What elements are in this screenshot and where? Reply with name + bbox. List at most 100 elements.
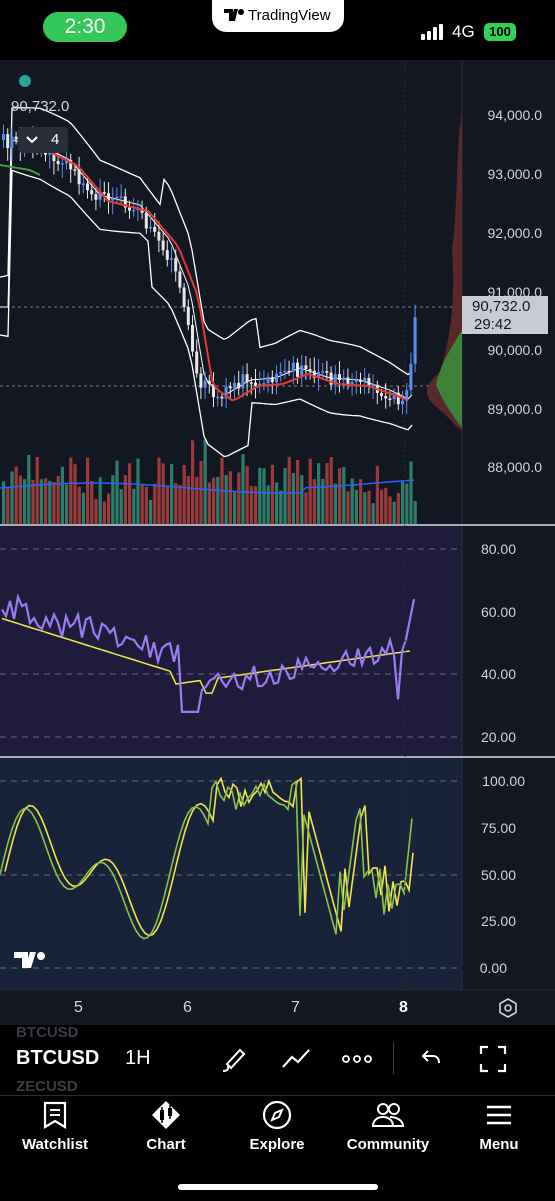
network-type: 4G — [452, 22, 475, 41]
candle-body — [245, 374, 249, 383]
volume-bar — [48, 480, 52, 524]
tab-community[interactable]: Community — [333, 1100, 443, 1153]
brush-icon[interactable] — [219, 1044, 249, 1074]
candle-body — [81, 183, 85, 186]
time-label: 8 — [399, 999, 408, 1016]
volume-bar — [266, 485, 270, 524]
volume-bar — [170, 463, 174, 524]
volume-bar — [35, 457, 39, 524]
volume-bar — [178, 484, 182, 524]
volume-bar — [396, 493, 400, 524]
price-label: 90,000.0 — [487, 342, 543, 358]
menu-icon — [487, 1105, 511, 1125]
volume-bar — [380, 489, 384, 524]
candle-body — [56, 160, 60, 165]
candle-body — [186, 307, 190, 326]
undo-icon[interactable] — [420, 1048, 442, 1068]
candle-body — [161, 240, 165, 251]
volume-bar — [392, 501, 396, 524]
volume-bar — [81, 492, 85, 524]
candle-body — [6, 134, 10, 148]
volume-bar — [77, 486, 81, 524]
candle-body — [291, 362, 295, 372]
volume-bar — [317, 463, 321, 524]
volume-bar — [90, 481, 94, 524]
price-label: 94,000.0 — [487, 107, 543, 123]
volume-bar — [31, 479, 35, 524]
timeframe-selector[interactable]: 1H — [125, 1047, 151, 1070]
candle-body — [102, 192, 106, 194]
stoch-label: 25.00 — [480, 913, 516, 929]
tradingview-logo-icon — [224, 9, 244, 21]
tab-menu[interactable]: Menu — [444, 1100, 554, 1153]
volume-bar — [338, 468, 342, 524]
candle-body — [338, 374, 341, 380]
volume-bar — [115, 460, 119, 524]
candle-body — [396, 392, 400, 405]
price-label: 92,000.0 — [487, 225, 543, 241]
candle-body — [220, 396, 224, 399]
volume-bar — [329, 456, 333, 524]
candle-body — [241, 374, 245, 389]
tab-watchlist[interactable]: Watchlist — [0, 1100, 110, 1153]
volume-bar — [275, 482, 279, 524]
candle-body — [2, 134, 5, 140]
tab-label: Community — [346, 1136, 430, 1153]
candle-body — [342, 377, 346, 380]
watchlist-icon — [43, 1101, 67, 1129]
volume-bar — [262, 468, 266, 524]
symbol-selector[interactable]: BTCUSD — [16, 1047, 99, 1070]
volume-bar — [363, 492, 367, 524]
volume-bar — [300, 475, 304, 524]
tab-explore[interactable]: Explore — [222, 1100, 332, 1153]
more-icon[interactable] — [342, 1055, 372, 1063]
volume-bar — [10, 471, 14, 524]
candle-body — [409, 363, 413, 390]
volume-bar — [241, 454, 245, 524]
volume-bar — [153, 483, 157, 524]
tab-chart[interactable]: Chart — [111, 1100, 221, 1153]
volume-bar — [333, 483, 337, 524]
tradingview-banner[interactable]: TradingView — [212, 0, 344, 32]
volume-bar — [73, 464, 77, 524]
candle-body — [233, 382, 236, 389]
chart-area[interactable]: 90,732.0 4 94,000.0 93,000.0 92,000.0 91… — [0, 60, 555, 1025]
candle-body — [354, 380, 358, 382]
volume-bar — [203, 439, 207, 524]
volume-bar — [245, 466, 249, 524]
volume-bar — [359, 479, 363, 524]
candle-body — [380, 392, 383, 397]
symbol-next[interactable]: ZECUSD — [16, 1078, 78, 1095]
home-indicator — [178, 1184, 378, 1190]
candle-body — [10, 136, 14, 148]
fullscreen-icon[interactable] — [479, 1045, 507, 1073]
volume-bar — [52, 482, 56, 524]
volume-bar — [212, 477, 216, 524]
candle-body — [270, 377, 274, 383]
trend-line-icon[interactable] — [280, 1045, 312, 1073]
candle-body — [275, 373, 278, 383]
time-label: 6 — [183, 999, 192, 1016]
volume-bar — [228, 471, 232, 524]
volume-bar — [291, 473, 295, 524]
candle-body — [249, 382, 253, 384]
symbol-prev[interactable]: BTCUSD — [16, 1024, 79, 1041]
candle-body — [237, 382, 241, 389]
candle-body — [363, 377, 367, 382]
candle-body — [174, 258, 178, 272]
candle-body — [413, 317, 417, 364]
settings-hexagon-icon[interactable] — [497, 997, 519, 1019]
volume-bar — [308, 458, 312, 524]
price-pane — [0, 60, 462, 525]
candle-body — [119, 196, 123, 198]
indicators-toggle[interactable]: 4 — [18, 127, 68, 153]
volume-bar — [279, 490, 283, 524]
candle-body — [203, 380, 207, 388]
candle-body — [170, 258, 173, 260]
volume-bar — [312, 479, 316, 524]
legend-price: 90,732.0 — [11, 98, 70, 115]
volume-bar — [14, 466, 18, 524]
battery-indicator: 100 — [484, 23, 516, 41]
tab-label: Watchlist — [21, 1136, 89, 1153]
candle-body — [388, 398, 392, 400]
